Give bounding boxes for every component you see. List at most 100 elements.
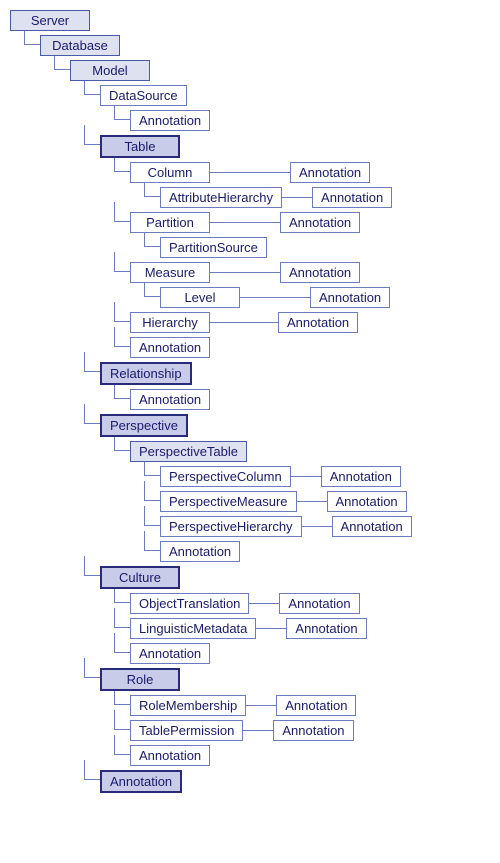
perspectivemeasure-node: PerspectiveMeasure [160, 491, 297, 512]
attrhierarchy-annotation-connector: Annotation [282, 187, 392, 208]
database-row: Database [24, 35, 490, 56]
tablepermission-annotation-connector: Annotation [243, 720, 353, 741]
perspectivecolumn-node: PerspectiveColumn [160, 466, 291, 487]
hierarchy-row: Hierarchy Annotation [66, 312, 490, 333]
objecttranslation-annotation-connector: Annotation [249, 593, 359, 614]
rolemembership-annotation-connector: Annotation [246, 695, 356, 716]
server-row: Server [10, 10, 490, 31]
attrhierarchy-node: AttributeHierarchy [160, 187, 282, 208]
annotation-ds-row: Annotation [66, 110, 490, 131]
branch-table-partition [114, 202, 130, 222]
partition-annotation-connector: Annotation [210, 212, 360, 233]
branch-pt-pm [144, 481, 160, 501]
perspectivecolumn-annotation-connector: Annotation [291, 466, 401, 487]
tablepermission-row: TablePermission Annotation [66, 720, 490, 741]
model-row: Model [38, 60, 490, 81]
objecttranslation-annotation-node: Annotation [279, 593, 359, 614]
hierarchy-annotation-node: Annotation [278, 312, 358, 333]
partitionsource-node: PartitionSource [160, 237, 267, 258]
annotation-rel-node: Annotation [130, 389, 210, 410]
attrhierarchy-annotation-node: Annotation [312, 187, 392, 208]
annotation-ds-node: Annotation [130, 110, 210, 131]
branch-model-relationship [84, 352, 100, 372]
relationship-row: Relationship [52, 362, 490, 385]
tree-container: Server Database Model DataSource Annotat… [0, 0, 500, 817]
tablepermission-annotation-node: Annotation [273, 720, 353, 741]
objecttranslation-node: ObjectTranslation [130, 593, 249, 614]
partition-row: Partition Annotation [66, 212, 490, 233]
perspectivemeasure-annotation-node: Annotation [327, 491, 407, 512]
partition-annotation-node: Annotation [280, 212, 360, 233]
branch-table-measure [114, 252, 130, 272]
annotation-culture-node: Annotation [130, 643, 210, 664]
annotation-model-node: Annotation [100, 770, 182, 793]
annotation-table-row: Annotation [66, 337, 490, 358]
partitionsource-row: PartitionSource [80, 237, 490, 258]
annotation-pt-node: Annotation [160, 541, 240, 562]
culture-row: Culture [52, 566, 490, 589]
table-node: Table [100, 135, 180, 158]
role-node: Role [100, 668, 180, 691]
perspectivemeasure-row: PerspectiveMeasure Annotation [80, 491, 490, 512]
level-row: Level Annotation [80, 287, 490, 308]
rolemembership-node: RoleMembership [130, 695, 246, 716]
column-annotation-connector: Annotation [210, 162, 370, 183]
linguisticmetadata-node: LinguisticMetadata [130, 618, 256, 639]
annotation-culture-row: Annotation [66, 643, 490, 664]
perspectivecolumn-annotation-node: Annotation [321, 466, 401, 487]
annotation-pt-row: Annotation [80, 541, 490, 562]
branch-pt-ann [144, 531, 160, 551]
linguisticmetadata-row: LinguisticMetadata Annotation [66, 618, 490, 639]
column-annotation-node: Annotation [290, 162, 370, 183]
perspective-row: Perspective [52, 414, 490, 437]
hierarchy-annotation-connector: Annotation [210, 312, 358, 333]
perspectivehierarchy-annotation-connector: Annotation [302, 516, 412, 537]
perspectivetable-node: PerspectiveTable [130, 441, 247, 462]
annotation-table-node: Annotation [130, 337, 210, 358]
branch-pt-ph [144, 506, 160, 526]
branch-role-tp [114, 710, 130, 730]
database-node: Database [40, 35, 120, 56]
annotation-role-node: Annotation [130, 745, 210, 766]
culture-node: Culture [100, 566, 180, 589]
datasource-node: DataSource [100, 85, 187, 106]
branch-table-ann [114, 327, 130, 347]
level-node: Level [160, 287, 240, 308]
model-node: Model [70, 60, 150, 81]
perspectivetable-row: PerspectiveTable [66, 441, 490, 462]
rolemembership-row: RoleMembership Annotation [66, 695, 490, 716]
perspectivemeasure-annotation-connector: Annotation [297, 491, 407, 512]
branch-model-ann [84, 760, 100, 780]
branch-model-perspective [84, 404, 100, 424]
branch-culture-lm [114, 608, 130, 628]
annotation-role-row: Annotation [66, 745, 490, 766]
annotation-model-row: Annotation [52, 770, 490, 793]
column-node: Column [130, 162, 210, 183]
linguisticmetadata-annotation-connector: Annotation [256, 618, 366, 639]
perspective-node: Perspective [100, 414, 188, 437]
table-row: Table [52, 135, 490, 158]
measure-node: Measure [130, 262, 210, 283]
level-annotation-connector: Annotation [240, 287, 390, 308]
perspectivecolumn-row: PerspectiveColumn Annotation [80, 466, 490, 487]
annotation-rel-row: Annotation [66, 389, 490, 410]
measure-annotation-node: Annotation [280, 262, 360, 283]
branch-model-culture [84, 556, 100, 576]
branch-model-table [84, 125, 100, 145]
measure-row: Measure Annotation [66, 262, 490, 283]
server-node: Server [10, 10, 90, 31]
attrhierarchy-row: AttributeHierarchy Annotation [80, 187, 490, 208]
partition-node: Partition [130, 212, 210, 233]
perspectivehierarchy-node: PerspectiveHierarchy [160, 516, 302, 537]
level-annotation-node: Annotation [310, 287, 390, 308]
branch-table-hierarchy [114, 302, 130, 322]
objecttranslation-row: ObjectTranslation Annotation [66, 593, 490, 614]
linguisticmetadata-annotation-node: Annotation [286, 618, 366, 639]
measure-annotation-connector: Annotation [210, 262, 360, 283]
branch-role-ann [114, 735, 130, 755]
role-row: Role [52, 668, 490, 691]
datasource-row: DataSource [52, 85, 490, 106]
hierarchy-node: Hierarchy [130, 312, 210, 333]
tablepermission-node: TablePermission [130, 720, 243, 741]
branch-culture-ann [114, 633, 130, 653]
